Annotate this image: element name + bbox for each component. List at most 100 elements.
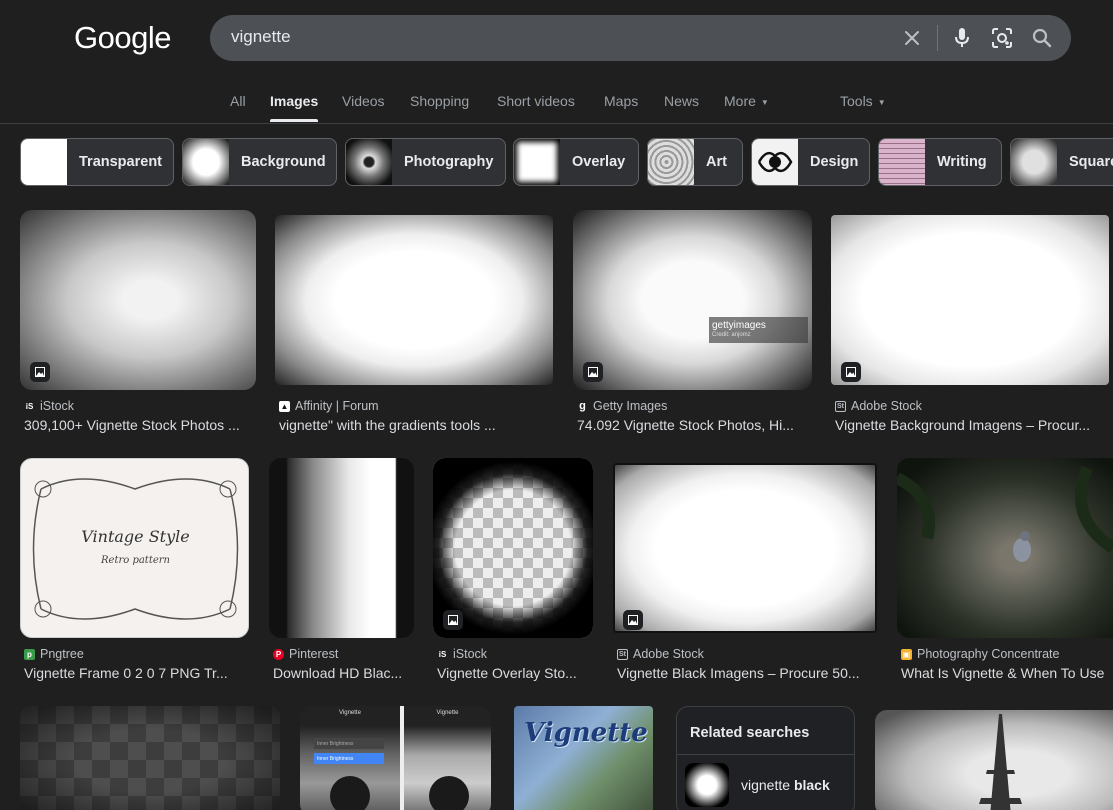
result-source[interactable]: ▣ Photography Concentrate bbox=[901, 647, 1059, 661]
result-source[interactable]: St Adobe Stock bbox=[835, 399, 922, 413]
related-search-bold: black bbox=[793, 777, 830, 793]
result-thumbnail[interactable] bbox=[20, 706, 280, 810]
result-source[interactable]: iS iStock bbox=[437, 647, 487, 661]
image-result[interactable]: St Adobe Stock Vignette Black Imagens – P… bbox=[613, 458, 877, 688]
image-result[interactable]: Vignette bbox=[514, 706, 653, 810]
result-title[interactable]: Download HD Blac... bbox=[273, 665, 414, 681]
chip-background[interactable]: Background bbox=[182, 138, 337, 186]
chip-transparent[interactable]: Transparent bbox=[20, 138, 174, 186]
chip-thumbnail bbox=[648, 139, 694, 185]
chip-thumbnail bbox=[752, 139, 798, 185]
image-result[interactable]: Vintage Style Retro pattern p Pngtree Vig… bbox=[20, 458, 249, 688]
result-source[interactable]: iS iStock bbox=[24, 399, 74, 413]
ornament-icon bbox=[757, 151, 793, 173]
related-search-item[interactable]: vignette black bbox=[685, 763, 830, 807]
app-title: Vignette bbox=[436, 710, 459, 716]
google-logo[interactable]: Google bbox=[74, 20, 171, 56]
result-thumbnail[interactable]: Vignette Inner Brightness Inner Brightne… bbox=[300, 706, 491, 810]
image-result[interactable]: iS iStock Vignette Overlay Sto... bbox=[433, 458, 593, 688]
tab-all[interactable]: All bbox=[230, 93, 246, 109]
chip-photography[interactable]: Photography bbox=[345, 138, 506, 186]
result-thumbnail[interactable]: Vignette bbox=[514, 706, 653, 810]
chip-overlay[interactable]: Overlay bbox=[513, 138, 639, 186]
result-title[interactable]: Vignette Frame 0 2 0 7 PNG Tr... bbox=[24, 665, 249, 681]
result-title[interactable]: Vignette Black Imagens – Procure 50... bbox=[617, 665, 875, 681]
result-title[interactable]: 74.092 Vignette Stock Photos, Hi... bbox=[577, 417, 809, 433]
active-tab-indicator bbox=[270, 119, 318, 122]
result-source[interactable]: g Getty Images bbox=[577, 399, 667, 413]
result-title[interactable]: 309,100+ Vignette Stock Photos ... bbox=[24, 417, 256, 433]
divider bbox=[677, 754, 854, 755]
search-icon[interactable] bbox=[1030, 26, 1054, 50]
image-result[interactable]: P Pinterest Download HD Blac... bbox=[269, 458, 414, 688]
tab-shopping[interactable]: Shopping bbox=[410, 93, 469, 109]
image-result[interactable]: ▣ Photography Concentrate What Is Vignett… bbox=[897, 458, 1113, 688]
tab-maps[interactable]: Maps bbox=[604, 93, 638, 109]
source-name: Affinity | Forum bbox=[295, 399, 379, 413]
image-result[interactable]: ▲ Affinity | Forum vignette" with the gra… bbox=[275, 210, 553, 440]
image-icon bbox=[583, 362, 603, 382]
chip-writing[interactable]: Writing bbox=[878, 138, 1002, 186]
app-title: Vignette bbox=[339, 710, 361, 716]
result-thumbnail[interactable] bbox=[275, 215, 553, 385]
search-divider bbox=[937, 25, 938, 51]
result-thumbnail[interactable]: Vintage Style Retro pattern bbox=[20, 458, 249, 638]
tools-label: Tools bbox=[840, 93, 873, 109]
adobe-stock-icon: St bbox=[617, 648, 628, 660]
pigeon-photo bbox=[897, 465, 1113, 562]
result-thumbnail[interactable] bbox=[897, 458, 1113, 638]
result-title[interactable]: Vignette Background Imagens – Procur... bbox=[835, 417, 1107, 433]
result-thumbnail[interactable] bbox=[831, 215, 1109, 385]
related-searches-title: Related searches bbox=[690, 725, 810, 741]
tab-short-videos[interactable]: Short videos bbox=[497, 93, 575, 109]
image-result[interactable]: gettyimages Credit: anjomz g Getty Images… bbox=[573, 210, 812, 440]
chip-label: Transparent bbox=[79, 154, 162, 170]
result-source[interactable]: P Pinterest bbox=[273, 647, 338, 661]
chip-thumbnail bbox=[21, 139, 67, 185]
tab-more[interactable]: More ▼ bbox=[724, 93, 769, 109]
chip-thumbnail bbox=[514, 139, 560, 185]
result-source[interactable]: St Adobe Stock bbox=[617, 647, 704, 661]
tools-button[interactable]: Tools ▼ bbox=[840, 93, 886, 109]
chip-art[interactable]: Art bbox=[647, 138, 743, 186]
tree-silhouette bbox=[429, 776, 469, 810]
image-result[interactable]: iS iStock 309,100+ Vignette Stock Photos … bbox=[20, 210, 256, 440]
chip-square[interactable]: Square bbox=[1010, 138, 1113, 186]
vignette-poster-title: Vignette bbox=[524, 718, 648, 748]
result-source[interactable]: ▲ Affinity | Forum bbox=[279, 399, 379, 413]
related-search-prefix: vignette bbox=[741, 777, 794, 793]
result-title[interactable]: Vignette Overlay Sto... bbox=[437, 665, 589, 681]
clear-icon[interactable] bbox=[900, 26, 924, 50]
search-input[interactable]: vignette bbox=[231, 27, 291, 47]
tab-videos[interactable]: Videos bbox=[342, 93, 385, 109]
result-thumbnail[interactable] bbox=[20, 210, 256, 390]
image-result[interactable] bbox=[875, 710, 1113, 810]
result-thumbnail[interactable]: gettyimages Credit: anjomz bbox=[573, 210, 812, 390]
app-menu-item: Inner Brightness bbox=[314, 738, 384, 749]
chip-design[interactable]: Design bbox=[751, 138, 870, 186]
tab-images[interactable]: Images bbox=[270, 93, 318, 109]
microphone-icon[interactable] bbox=[950, 26, 974, 50]
image-result[interactable]: Vignette Inner Brightness Inner Brightne… bbox=[300, 706, 491, 810]
result-title[interactable]: vignette" with the gradients tools ... bbox=[279, 417, 539, 433]
pinterest-icon: P bbox=[273, 648, 284, 660]
result-thumbnail[interactable] bbox=[875, 710, 1113, 810]
chip-label: Overlay bbox=[572, 154, 626, 170]
image-result[interactable] bbox=[20, 706, 280, 810]
camera-lens-icon[interactable] bbox=[990, 26, 1014, 50]
image-result[interactable]: St Adobe Stock Vignette Background Imagen… bbox=[831, 210, 1109, 440]
image-icon bbox=[623, 610, 643, 630]
result-title[interactable]: What Is Vignette & When To Use bbox=[901, 665, 1113, 681]
search-tabs: All Images Videos Shopping Short videos … bbox=[0, 78, 1113, 124]
istock-icon: iS bbox=[25, 401, 34, 411]
result-thumbnail[interactable] bbox=[613, 463, 877, 633]
chip-label: Square bbox=[1069, 154, 1113, 170]
pngtree-icon: p bbox=[24, 648, 35, 660]
result-source[interactable]: p Pngtree bbox=[24, 647, 84, 661]
getty-credit: Credit: anjomz bbox=[712, 332, 751, 338]
chip-label: Design bbox=[810, 154, 859, 170]
tab-news[interactable]: News bbox=[664, 93, 699, 109]
result-thumbnail[interactable] bbox=[269, 458, 414, 638]
eiffel-tower bbox=[979, 714, 1022, 810]
search-box[interactable]: vignette bbox=[210, 15, 1071, 61]
